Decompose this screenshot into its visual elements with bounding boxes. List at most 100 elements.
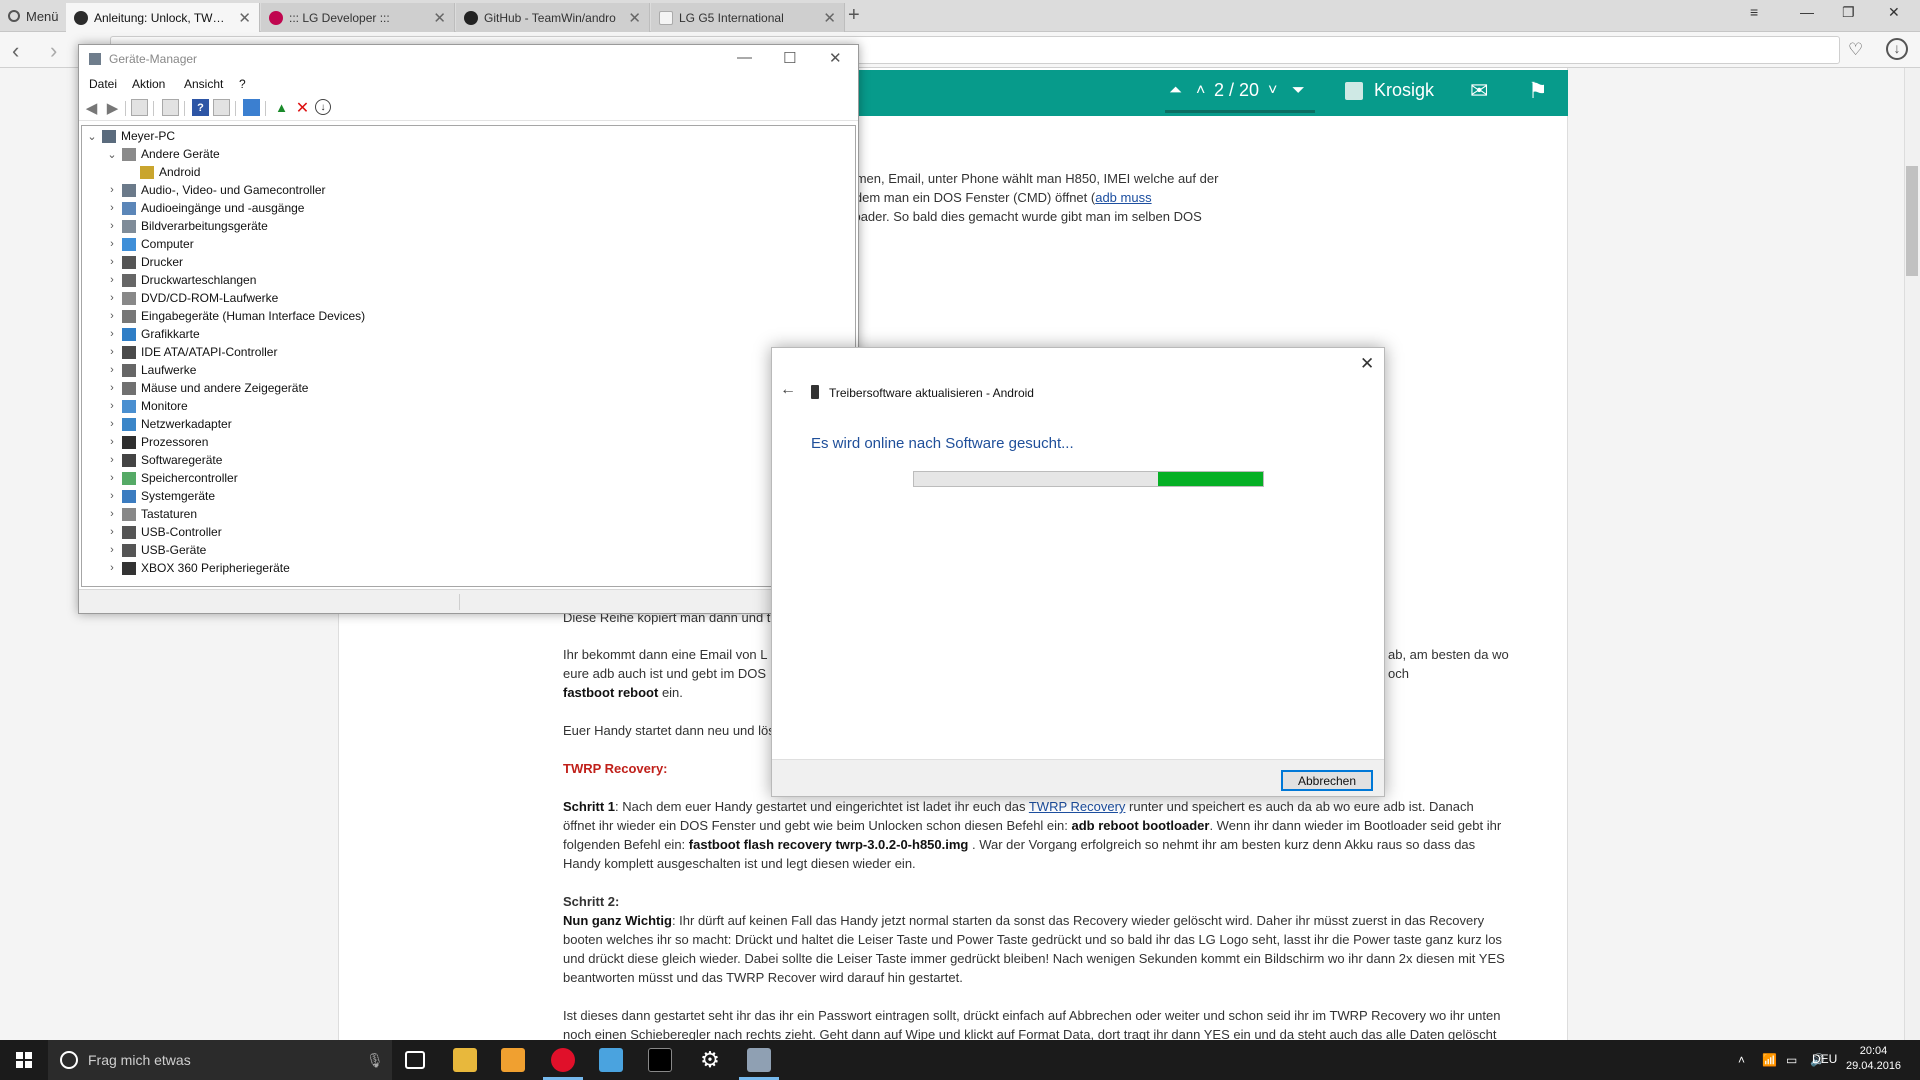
chevron-down-icon[interactable]: ⌄: [86, 130, 98, 143]
chevron-right-icon[interactable]: ›: [106, 310, 118, 322]
tree-category[interactable]: › Laufwerke: [106, 361, 196, 379]
cancel-button[interactable]: Abbrechen: [1281, 770, 1373, 791]
tree-category[interactable]: › Grafikkarte: [106, 325, 200, 343]
mail-icon[interactable]: ✉: [1470, 78, 1488, 104]
chevron-right-icon[interactable]: ›: [106, 508, 118, 520]
help-icon[interactable]: ?: [192, 99, 209, 116]
download-driver-icon[interactable]: ↓: [315, 99, 331, 115]
tree-category[interactable]: › Eingabegeräte (Human Interface Devices): [106, 307, 365, 325]
tree-category[interactable]: › IDE ATA/ATAPI-Controller: [106, 343, 277, 361]
tree-category[interactable]: › USB-Controller: [106, 523, 222, 541]
tree-category[interactable]: › Drucker: [106, 253, 183, 271]
menu-ansicht[interactable]: Ansicht: [184, 77, 223, 91]
opera-browser-icon[interactable]: [551, 1048, 575, 1072]
user-name[interactable]: Krosigk: [1374, 80, 1434, 101]
chevron-right-icon[interactable]: ›: [106, 562, 118, 574]
chevron-right-icon[interactable]: ›: [106, 364, 118, 376]
tree-category[interactable]: › DVD/CD-ROM-Laufwerke: [106, 289, 278, 307]
tree-category[interactable]: › XBOX 360 Peripheriegeräte: [106, 559, 290, 577]
tree-category[interactable]: › Audio-, Video- und Gamecontroller: [106, 181, 325, 199]
tree-category[interactable]: › Systemgeräte: [106, 487, 215, 505]
tree-root[interactable]: ⌄ Meyer-PC: [86, 127, 175, 145]
chevron-right-icon[interactable]: ›: [106, 238, 118, 250]
adb-link[interactable]: adb muss: [1095, 190, 1151, 205]
back-icon[interactable]: ‹: [12, 38, 19, 64]
tree-category[interactable]: › Tastaturen: [106, 505, 197, 523]
chevron-right-icon[interactable]: ›: [106, 202, 118, 214]
forward-icon[interactable]: ›: [50, 38, 57, 64]
restore-icon[interactable]: ❐: [1842, 4, 1855, 21]
show-hide-tree-icon[interactable]: [131, 99, 148, 116]
device-manager-titlebar[interactable]: Geräte-Manager — ☐ ✕: [79, 45, 858, 73]
minimize-icon[interactable]: —: [1800, 4, 1814, 20]
tree-category[interactable]: › Netzwerkadapter: [106, 415, 232, 433]
tab-menu-icon[interactable]: ≡: [1750, 4, 1758, 20]
chevron-right-icon[interactable]: ›: [106, 382, 118, 394]
taskbar-clock[interactable]: 20:04 29.04.2016: [1846, 1044, 1901, 1074]
chevron-right-icon[interactable]: ›: [106, 418, 118, 430]
media-player-icon[interactable]: [501, 1048, 525, 1072]
tab-lg-developer[interactable]: ::: LG Developer ::: ✕: [261, 3, 455, 32]
chevron-right-icon[interactable]: ›: [106, 544, 118, 556]
close-tab-icon[interactable]: ✕: [823, 9, 836, 27]
tab-anleitung[interactable]: Anleitung: Unlock, TWRP F ✕: [66, 3, 260, 32]
scan-hardware-icon[interactable]: [243, 99, 260, 116]
back-arrow-icon[interactable]: ←: [780, 381, 796, 399]
uninstall-icon[interactable]: ✕: [294, 99, 311, 117]
chevron-right-icon[interactable]: ›: [106, 292, 118, 304]
page-indicator[interactable]: 2 / 20: [1214, 80, 1259, 101]
close-tab-icon[interactable]: ✕: [433, 9, 446, 27]
chevron-down-icon[interactable]: ⌄: [106, 148, 118, 161]
chevron-right-icon[interactable]: ›: [106, 472, 118, 484]
maximize-icon[interactable]: ☐: [783, 49, 796, 67]
tree-category[interactable]: › Computer: [106, 235, 194, 253]
flag-icon[interactable]: ⚑: [1528, 78, 1548, 104]
taskbar-search-box[interactable]: Frag mich etwas 🎙: [48, 1040, 392, 1080]
view-icon[interactable]: [213, 99, 230, 116]
tree-category[interactable]: › Prozessoren: [106, 433, 208, 451]
tree-category[interactable]: › Speichercontroller: [106, 469, 238, 487]
chevron-right-icon[interactable]: ›: [106, 184, 118, 196]
tree-category[interactable]: › Mäuse und andere Zeigegeräte: [106, 379, 308, 397]
tree-category-other-devices[interactable]: ⌄ Andere Geräte: [106, 145, 219, 163]
menu-help[interactable]: ?: [239, 77, 246, 91]
menu-aktion[interactable]: Aktion: [132, 77, 165, 91]
tree-device-android[interactable]: Android: [136, 163, 200, 181]
close-icon[interactable]: ✕: [829, 49, 842, 67]
heart-icon[interactable]: ♡: [1848, 40, 1863, 60]
settings-gear-icon[interactable]: ⚙: [698, 1048, 722, 1072]
chevron-right-icon[interactable]: ›: [106, 436, 118, 448]
tab-github[interactable]: GitHub - TeamWin/andro ✕: [456, 3, 650, 32]
language-indicator[interactable]: DEU: [1812, 1052, 1837, 1066]
start-button[interactable]: [0, 1040, 48, 1080]
device-manager-taskbar-icon[interactable]: [747, 1048, 771, 1072]
minimize-icon[interactable]: —: [737, 49, 752, 66]
chevron-right-icon[interactable]: ›: [106, 490, 118, 502]
chevron-right-icon[interactable]: ›: [106, 454, 118, 466]
show-hidden-icons-icon[interactable]: ˄: [1738, 1053, 1745, 1067]
notifications-icon[interactable]: ▭: [1786, 1053, 1797, 1067]
page-scrollbar-thumb[interactable]: [1906, 166, 1918, 276]
file-explorer-icon[interactable]: [453, 1048, 477, 1072]
chevron-right-icon[interactable]: ›: [106, 256, 118, 268]
chevron-right-icon[interactable]: ›: [106, 400, 118, 412]
tree-category[interactable]: › USB-Geräte: [106, 541, 206, 559]
twrp-recovery-link[interactable]: TWRP Recovery: [1029, 799, 1126, 814]
notes-app-icon[interactable]: [599, 1048, 623, 1072]
close-window-icon[interactable]: ✕: [1888, 4, 1900, 21]
menu-datei[interactable]: Datei: [89, 77, 117, 91]
close-tab-icon[interactable]: ✕: [238, 9, 251, 27]
chevron-right-icon[interactable]: ›: [106, 346, 118, 358]
user-avatar-icon[interactable]: [1345, 82, 1363, 100]
task-view-icon[interactable]: [405, 1051, 425, 1069]
download-icon[interactable]: ↓: [1886, 38, 1908, 60]
wifi-icon[interactable]: 📶: [1762, 1053, 1777, 1067]
chevron-right-icon[interactable]: ›: [106, 328, 118, 340]
command-prompt-icon[interactable]: [648, 1048, 672, 1072]
chevron-right-icon[interactable]: ›: [106, 274, 118, 286]
update-driver-icon[interactable]: ▲: [273, 99, 290, 116]
next-page-icon[interactable]: ˅: [1268, 82, 1277, 100]
first-page-icon[interactable]: ⏶: [1169, 82, 1182, 100]
tree-category[interactable]: › Softwaregeräte: [106, 451, 222, 469]
prev-page-icon[interactable]: ˄: [1196, 82, 1205, 100]
